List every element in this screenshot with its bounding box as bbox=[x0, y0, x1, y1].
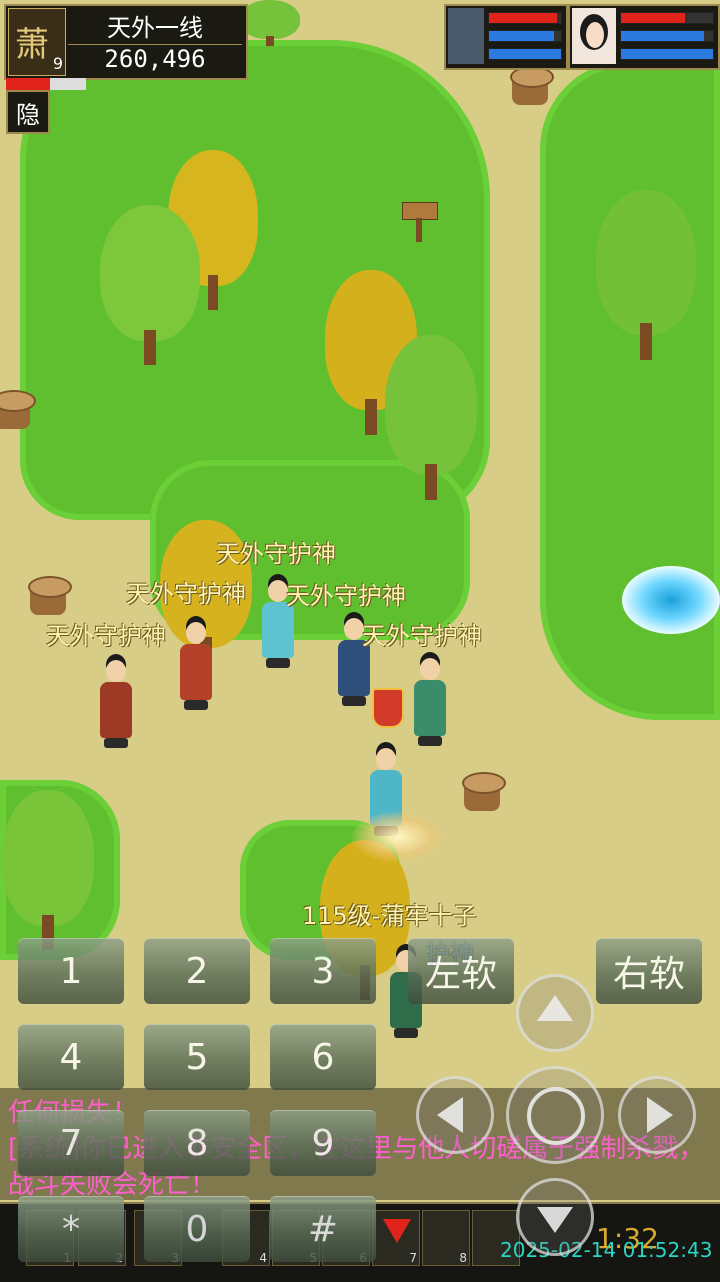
dpad-center-button[interactable] bbox=[506, 1066, 604, 1164]
tree-stump bbox=[24, 576, 72, 620]
key-9[interactable]: 9 bbox=[270, 1110, 376, 1176]
key-5[interactable]: 5 bbox=[144, 1024, 250, 1090]
key-3[interactable]: 3 bbox=[270, 938, 376, 1004]
key-label: 2 bbox=[185, 950, 209, 992]
arrow-left-icon bbox=[437, 1097, 463, 1133]
tree-stump bbox=[458, 772, 506, 816]
key-hash[interactable]: # bbox=[270, 1196, 376, 1262]
dpad-down-button[interactable] bbox=[516, 1178, 594, 1256]
hide-ui-button[interactable]: 隐 bbox=[6, 90, 50, 134]
npc-name-label: 天外守护神 bbox=[216, 540, 336, 568]
tree bbox=[240, 0, 300, 46]
party-hp-bar bbox=[488, 12, 562, 24]
player-panel: 萧 9 天外一线 260,496 bbox=[4, 4, 248, 80]
party-exp-bar bbox=[488, 48, 562, 60]
map-name: 天外一线 bbox=[107, 14, 203, 42]
key-0[interactable]: 0 bbox=[144, 1196, 250, 1262]
key-label: 9 bbox=[311, 1122, 335, 1164]
key-label: 7 bbox=[59, 1122, 83, 1164]
hotbar-slot-mount[interactable]: 8 bbox=[422, 1210, 470, 1266]
key-label: 右软 bbox=[612, 954, 685, 995]
npc-guardian[interactable] bbox=[176, 618, 216, 714]
key-label: 左软 bbox=[424, 954, 497, 995]
tree bbox=[2, 790, 94, 950]
key-label: # bbox=[307, 1208, 339, 1250]
companion-portrait bbox=[572, 8, 616, 64]
tree-stump bbox=[0, 390, 36, 434]
dpad-right-button[interactable] bbox=[618, 1076, 696, 1154]
arrow-down-icon bbox=[537, 1207, 573, 1233]
dpad-up-button[interactable] bbox=[516, 974, 594, 1052]
companion-hp-bar bbox=[620, 12, 714, 24]
key-7[interactable]: 7 bbox=[18, 1110, 124, 1176]
npc-name-label: 天外守护神 bbox=[362, 622, 482, 650]
key-label: 6 bbox=[311, 1036, 335, 1078]
key-6[interactable]: 6 bbox=[270, 1024, 376, 1090]
right-soft-key[interactable]: 右软 bbox=[596, 938, 702, 1004]
slot-number: 7 bbox=[409, 1251, 417, 1265]
signpost[interactable] bbox=[402, 200, 438, 244]
dpad-left-button[interactable] bbox=[416, 1076, 494, 1154]
player-name-label: 115级-蒲牢十子 bbox=[302, 902, 477, 930]
slot-number: 8 bbox=[459, 1251, 467, 1265]
key-label: * bbox=[62, 1208, 80, 1250]
key-8[interactable]: 8 bbox=[144, 1110, 250, 1176]
tree-stump bbox=[506, 66, 554, 110]
tree bbox=[596, 190, 696, 360]
exp-value: 260,496 bbox=[68, 44, 242, 73]
npc-name-label: 天外守护神 bbox=[126, 580, 246, 608]
npc-guardian[interactable] bbox=[410, 654, 450, 750]
player-level: 9 bbox=[52, 54, 63, 73]
key-2[interactable]: 2 bbox=[144, 938, 250, 1004]
npc-name-label: 天外守护神 bbox=[286, 582, 406, 610]
teleport-portal[interactable] bbox=[622, 566, 720, 634]
portrait-char: 萧 bbox=[15, 25, 49, 65]
player-portrait[interactable]: 萧 9 bbox=[8, 8, 66, 76]
key-4[interactable]: 4 bbox=[18, 1024, 124, 1090]
tree bbox=[100, 205, 200, 365]
npc-guardian[interactable] bbox=[96, 656, 136, 752]
key-label: 0 bbox=[185, 1208, 209, 1250]
tree bbox=[385, 335, 477, 500]
arrow-right-icon bbox=[647, 1097, 673, 1133]
ring-icon bbox=[527, 1087, 585, 1145]
key-label: 3 bbox=[311, 950, 335, 992]
key-label: 4 bbox=[59, 1036, 83, 1078]
key-star[interactable]: * bbox=[18, 1196, 124, 1262]
mount-portrait bbox=[448, 8, 484, 64]
companion-panel[interactable] bbox=[568, 4, 720, 70]
key-label: 8 bbox=[185, 1122, 209, 1164]
hide-ui-label: 隐 bbox=[16, 100, 40, 129]
key-label: 1 bbox=[59, 950, 83, 992]
key-label: 5 bbox=[185, 1036, 209, 1078]
player-hp-bar bbox=[6, 78, 86, 90]
hotbar-slot-flag[interactable]: 7 bbox=[372, 1210, 420, 1266]
left-soft-key[interactable]: 左软 bbox=[408, 938, 514, 1004]
party-mp-bar bbox=[488, 30, 562, 42]
companion-exp-bar bbox=[620, 48, 714, 60]
spell-effect bbox=[352, 812, 444, 862]
guild-banner bbox=[372, 688, 404, 728]
arrow-up-icon bbox=[537, 995, 573, 1021]
party-member-panel[interactable] bbox=[444, 4, 568, 70]
key-1[interactable]: 1 bbox=[18, 938, 124, 1004]
companion-mp-bar bbox=[620, 30, 714, 42]
slot-number: 4 bbox=[259, 1251, 267, 1265]
npc-name-label: 天外守护神 bbox=[46, 622, 166, 650]
